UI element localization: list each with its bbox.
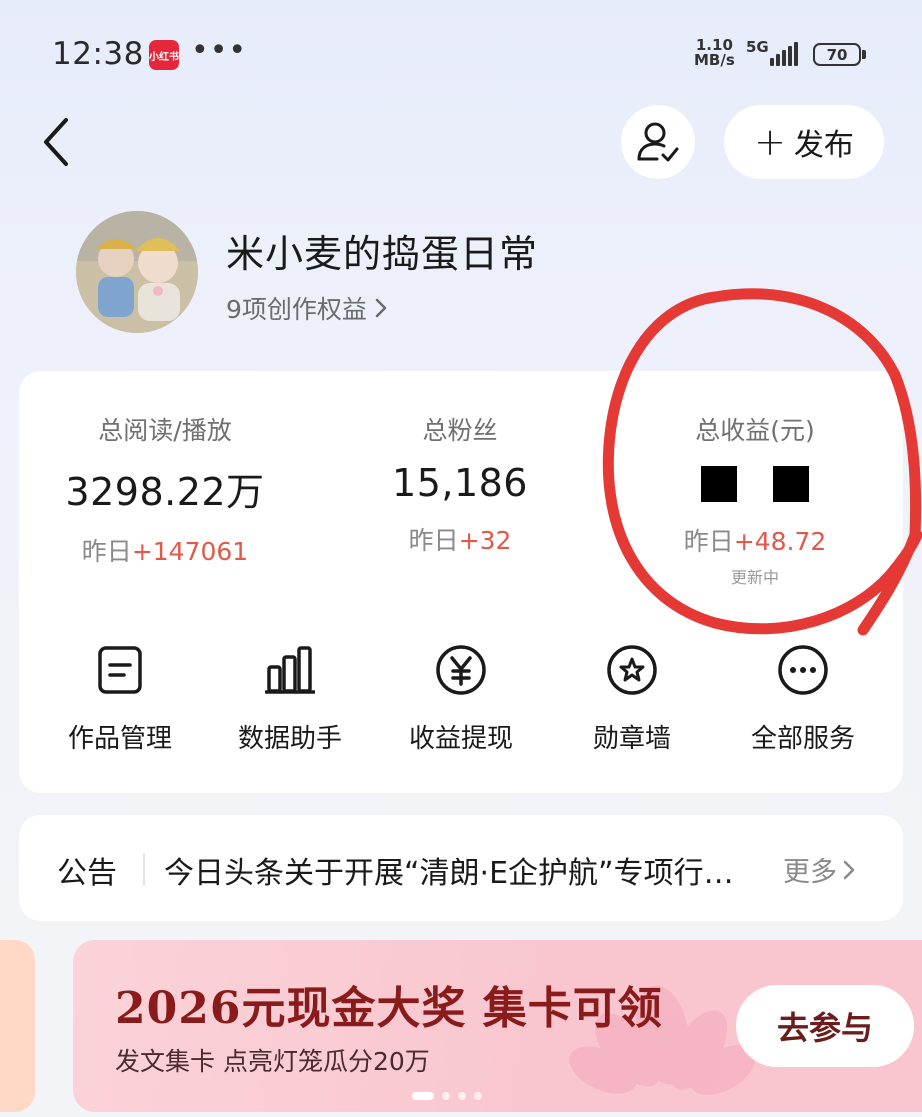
medal-icon xyxy=(602,640,662,700)
stat-delta-prefix: 昨日 xyxy=(81,537,132,566)
service-label: 收益提现 xyxy=(408,724,513,754)
document-icon xyxy=(90,640,150,700)
stat-label: 总粉丝 xyxy=(422,416,498,445)
carousel-indicator xyxy=(412,1092,482,1100)
yen-icon xyxy=(431,640,491,700)
avatar[interactable] xyxy=(76,211,198,333)
more-icon xyxy=(773,640,833,700)
stat-delta: 昨日+147061 xyxy=(45,532,285,568)
battery-icon: 70 xyxy=(813,43,861,66)
bar-chart-icon xyxy=(260,640,320,700)
stat-delta-value: +48.72 xyxy=(733,527,827,556)
status-time: 12:38 xyxy=(52,36,144,72)
carousel-dot xyxy=(442,1092,450,1100)
stat-label: 总收益(元) xyxy=(695,416,815,445)
stat-delta-value: +32 xyxy=(458,526,512,555)
plus-icon: + xyxy=(754,120,786,164)
stat-value: 3298.22万 xyxy=(65,470,265,514)
chevron-right-icon xyxy=(375,298,387,318)
service-withdraw[interactable]: 收益提现 xyxy=(381,640,541,755)
network-type: 5G xyxy=(746,38,769,56)
stat-delta: 昨日+32 xyxy=(345,521,575,557)
chevron-right-icon xyxy=(843,860,855,879)
stat-delta-value: +147061 xyxy=(131,537,249,566)
carousel-dot-active xyxy=(412,1092,434,1100)
stat-delta-prefix: 昨日 xyxy=(683,527,734,556)
more-label: 更多 xyxy=(783,857,837,888)
chevron-left-icon xyxy=(44,118,68,166)
announcement-more-link[interactable]: 更多 xyxy=(783,850,855,889)
banner-title: 2026元现金大奖 集卡可领 xyxy=(115,983,663,1034)
publish-button[interactable]: + 发布 xyxy=(724,105,884,179)
service-all[interactable]: 全部服务 xyxy=(723,640,883,755)
stat-total-reads[interactable]: 总阅读/播放 3298.22万 昨日+147061 xyxy=(45,411,285,568)
network-speed-unit: MB/s xyxy=(694,51,735,69)
signal-icon xyxy=(770,42,798,66)
service-medal-wall[interactable]: 勋章墙 xyxy=(552,640,712,755)
join-button[interactable]: 去参与 xyxy=(736,985,914,1067)
app-notification-icon: 小红书 xyxy=(149,40,179,70)
stat-total-fans[interactable]: 总粉丝 15,186 昨日+32 xyxy=(345,411,575,557)
back-button[interactable] xyxy=(40,112,80,172)
network-speed: 1.10 MB/s xyxy=(694,38,735,68)
stat-value-redacted xyxy=(640,461,870,506)
announcement-text[interactable]: 今日头条关于开展“清朗·E企护航”专项行动的公告 xyxy=(164,848,734,892)
service-works-management[interactable]: 作品管理 xyxy=(40,640,200,755)
carousel-dot xyxy=(474,1092,482,1100)
service-label: 作品管理 xyxy=(67,724,172,754)
carousel-dot xyxy=(458,1092,466,1100)
stat-value: 15,186 xyxy=(392,461,528,505)
publish-label: 发布 xyxy=(793,128,854,163)
stat-updating-note: 更新中 xyxy=(730,568,779,587)
avatar-image xyxy=(76,211,198,333)
banner-subtitle: 发文集卡 点亮灯笼瓜分20万 xyxy=(115,1047,430,1076)
service-label: 数据助手 xyxy=(237,724,342,754)
redaction-block xyxy=(701,465,737,502)
stat-delta: 昨日+48.72 xyxy=(640,522,870,558)
stat-label: 总阅读/播放 xyxy=(98,416,232,445)
more-notifications-icon: ••• xyxy=(191,33,248,68)
service-label: 全部服务 xyxy=(750,724,855,754)
service-data-assistant[interactable]: 数据助手 xyxy=(210,640,370,755)
user-manage-button[interactable] xyxy=(621,105,695,179)
redaction-block xyxy=(773,465,809,502)
profile-name: 米小麦的捣蛋日常 xyxy=(226,232,539,276)
creator-benefits-label: 9项创作权益 xyxy=(226,295,367,324)
stat-delta-prefix: 昨日 xyxy=(408,526,459,555)
service-label: 勋章墙 xyxy=(592,724,671,754)
divider xyxy=(143,853,145,885)
stat-total-earnings[interactable]: 总收益(元) 昨日+48.72 更新中 xyxy=(640,411,870,588)
previous-banner-card[interactable] xyxy=(0,940,35,1112)
user-check-icon xyxy=(637,122,679,162)
announcement-title: 公告 xyxy=(57,856,117,891)
battery-tip xyxy=(862,50,866,59)
creator-benefits-link[interactable]: 9项创作权益 xyxy=(226,290,387,326)
